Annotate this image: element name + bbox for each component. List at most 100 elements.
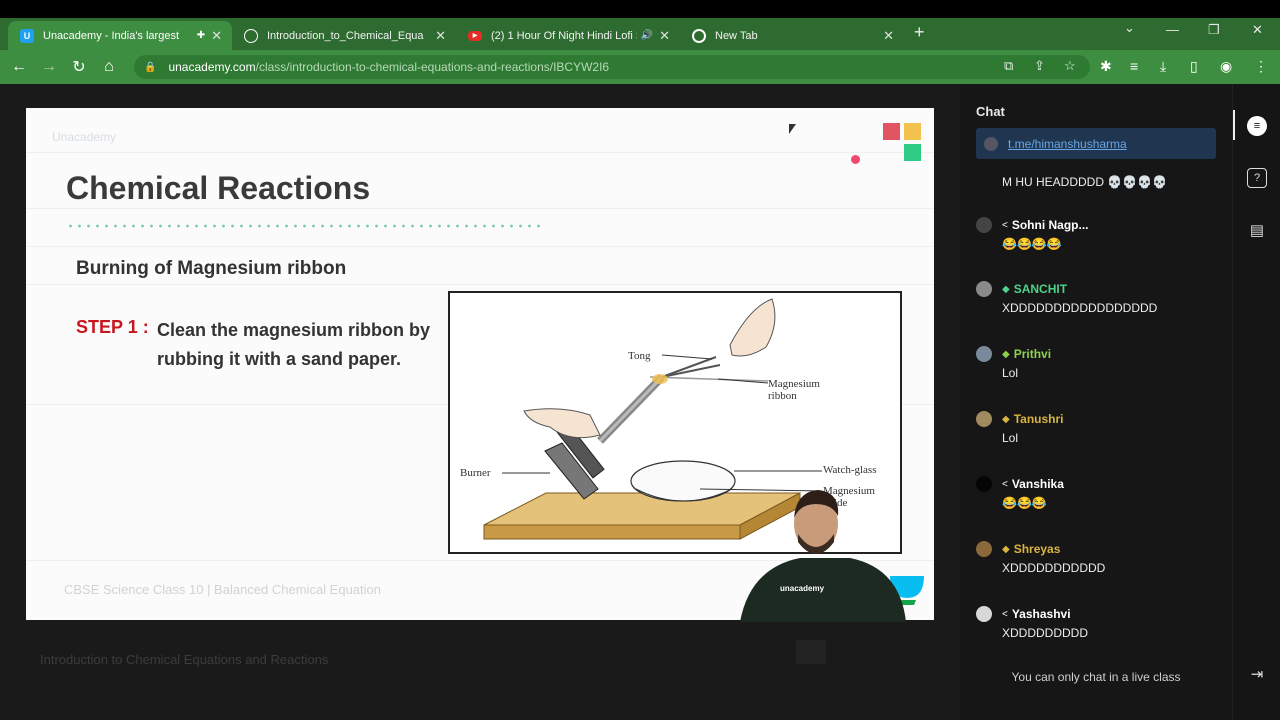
slide-footer: CBSE Science Class 10 | Balanced Chemica… (64, 582, 381, 597)
menu-dots-icon[interactable]: ⋮ (1254, 58, 1268, 75)
chat-message: < Yashashvi XDDDDDDDDD (976, 605, 1216, 640)
avatar (984, 136, 998, 151)
install-app-icon[interactable]: ⧉ (1004, 58, 1013, 74)
chat-message-text: XDDDDDDDDDDD (1002, 561, 1106, 575)
tab-new-tab[interactable]: New Tab ✕ (680, 21, 904, 50)
tab-label: Unacademy - India's largest (43, 29, 179, 42)
player-controls[interactable] (796, 640, 826, 664)
back-button[interactable]: ← (8, 56, 30, 78)
address-bar[interactable]: 🔒 unacademy.com/class/introduction-to-ch… (134, 55, 1090, 79)
speaker-icon: 🔊 (640, 30, 654, 41)
user-badge: < (1002, 219, 1008, 231)
slide-stripe (26, 284, 934, 285)
close-icon[interactable]: ✕ (659, 28, 670, 44)
side-rail: ≡ ? ▤ ⇥ (1232, 84, 1280, 720)
new-tab-button[interactable]: + (914, 22, 925, 43)
user-badge: ◆ (1002, 283, 1010, 295)
chat-username: Sohni Nagp... (1011, 218, 1089, 232)
forward-button[interactable]: → (38, 56, 60, 78)
doubt-icon[interactable]: ? (1247, 168, 1267, 188)
avatar (976, 281, 992, 297)
user-badge: < (1002, 608, 1008, 620)
chat-message: ◆ Prithvi Lol (976, 345, 1216, 380)
minimize-button[interactable]: — (1166, 22, 1179, 37)
slide-stripe (26, 246, 934, 247)
avatar (976, 217, 992, 233)
tab-unacademy[interactable]: U Unacademy - India's largest ✚ ✕ (8, 21, 232, 50)
chat-username: Prithvi (1013, 347, 1052, 361)
tab-strip: U Unacademy - India's largest ✚ ✕ Introd… (0, 18, 1280, 50)
chat-username: Shreyas (1013, 542, 1061, 556)
avatar (976, 606, 992, 622)
exit-icon[interactable]: ⇥ (1247, 664, 1267, 684)
lock-icon: 🔒 (144, 61, 157, 73)
chat-message-text: M HU HEADDDDD 💀💀💀💀 (1002, 175, 1168, 189)
chat-message-text: 😂😂😂😂 (1002, 237, 1062, 251)
decor-dot-pink (851, 155, 860, 164)
profile-avatar-icon[interactable]: ◉ (1220, 58, 1232, 75)
decor-square-red (883, 123, 900, 140)
user-badge: ◆ (1002, 543, 1010, 555)
chat-message-text: XDDDDDDDDD (1002, 626, 1088, 640)
class-title: Introduction to Chemical Equations and R… (40, 652, 329, 667)
chat-message: M HU HEADDDDD 💀💀💀💀 (976, 172, 1216, 189)
share-icon[interactable]: ⇪ (1034, 58, 1045, 74)
chat-icon[interactable]: ≡ (1247, 116, 1267, 136)
chat-title: Chat (976, 104, 1005, 119)
reload-button[interactable]: ↻ (68, 56, 90, 78)
home-button[interactable]: ⌂ (98, 56, 120, 78)
class-page: Unacademy Chemical Reactions Burning of … (0, 84, 1280, 720)
user-badge: < (1002, 478, 1008, 490)
avatar (976, 541, 992, 557)
extensions-icon[interactable]: ✱ (1100, 58, 1112, 75)
screen-top-bar (0, 0, 1280, 18)
step-label: STEP 1 : (76, 317, 149, 337)
label-watch-glass: Watch-glass (823, 464, 877, 476)
chat-panel: Chat t.me/himanshusharma M HU HEADDDDD 💀… (960, 84, 1232, 720)
chat-message-text: 😂😂😂 (1002, 496, 1047, 510)
chat-username: Tanushri (1013, 412, 1064, 426)
avatar (976, 476, 992, 492)
reading-list-icon[interactable]: ≡ (1130, 58, 1138, 74)
close-icon[interactable]: ✕ (211, 28, 222, 44)
label-burner: Burner (460, 467, 491, 479)
unacademy-logo-icon: U (20, 28, 34, 43)
presenter-video: unacademy (740, 482, 910, 622)
globe-icon (244, 28, 258, 43)
chat-message: < Vanshika 😂😂😂 (976, 475, 1216, 510)
chat-username: SANCHIT (1013, 282, 1068, 296)
decor-square-yellow (904, 123, 921, 140)
decor-square-green (904, 144, 921, 161)
tab-search-button[interactable]: ⌄ (1124, 20, 1135, 36)
user-badge: ◆ (1002, 348, 1010, 360)
restore-button[interactable]: ❐ (1208, 22, 1220, 38)
chat-message: ◆ Shreyas XDDDDDDDDDDD (976, 540, 1216, 575)
label-ribbon-line2: ribbon (768, 390, 797, 402)
close-icon[interactable]: ✕ (435, 28, 446, 44)
download-icon[interactable]: ⤓ (1160, 58, 1166, 75)
chat-message-text: XDDDDDDDDDDDDDDDDD (1002, 301, 1158, 315)
chat-message: ◆ SANCHIT XDDDDDDDDDDDDDDDDD (976, 280, 1216, 315)
url-path: /class/introduction-to-chemical-equation… (255, 60, 610, 74)
tab-share-icon: ✚ (196, 30, 206, 41)
youtube-icon: ▶ (468, 30, 482, 41)
tab-introduction-doc[interactable]: Introduction_to_Chemical_Equa ✕ (232, 21, 456, 50)
dotted-divider (66, 224, 546, 228)
chat-username: Yashashvi (1011, 607, 1071, 621)
chat-message-text: Lol (1002, 366, 1019, 380)
tab-label: (2) 1 Hour Of Night Hindi Lofi So (491, 29, 637, 42)
side-panel-icon[interactable]: ▯ (1190, 58, 1198, 75)
tab-youtube-lofi[interactable]: ▶ (2) 1 Hour Of Night Hindi Lofi So 🔊 ✕ (456, 21, 680, 50)
window-close-button[interactable]: ✕ (1252, 22, 1263, 38)
avatar (976, 411, 992, 427)
slide-stripe (26, 208, 934, 209)
bookmark-star-icon[interactable]: ☆ (1064, 58, 1076, 74)
chat-disabled-note: You can only chat in a live class (1011, 670, 1181, 684)
chat-message-text: Lol (1002, 431, 1019, 445)
pinned-message[interactable]: t.me/himanshusharma (976, 128, 1216, 159)
chat-message: ◆ Tanushri Lol (976, 410, 1216, 445)
close-icon[interactable]: ✕ (883, 28, 894, 44)
pinned-link[interactable]: t.me/himanshusharma (1008, 137, 1127, 151)
slide-stripe (26, 152, 934, 153)
notes-icon[interactable]: ▤ (1247, 220, 1267, 240)
